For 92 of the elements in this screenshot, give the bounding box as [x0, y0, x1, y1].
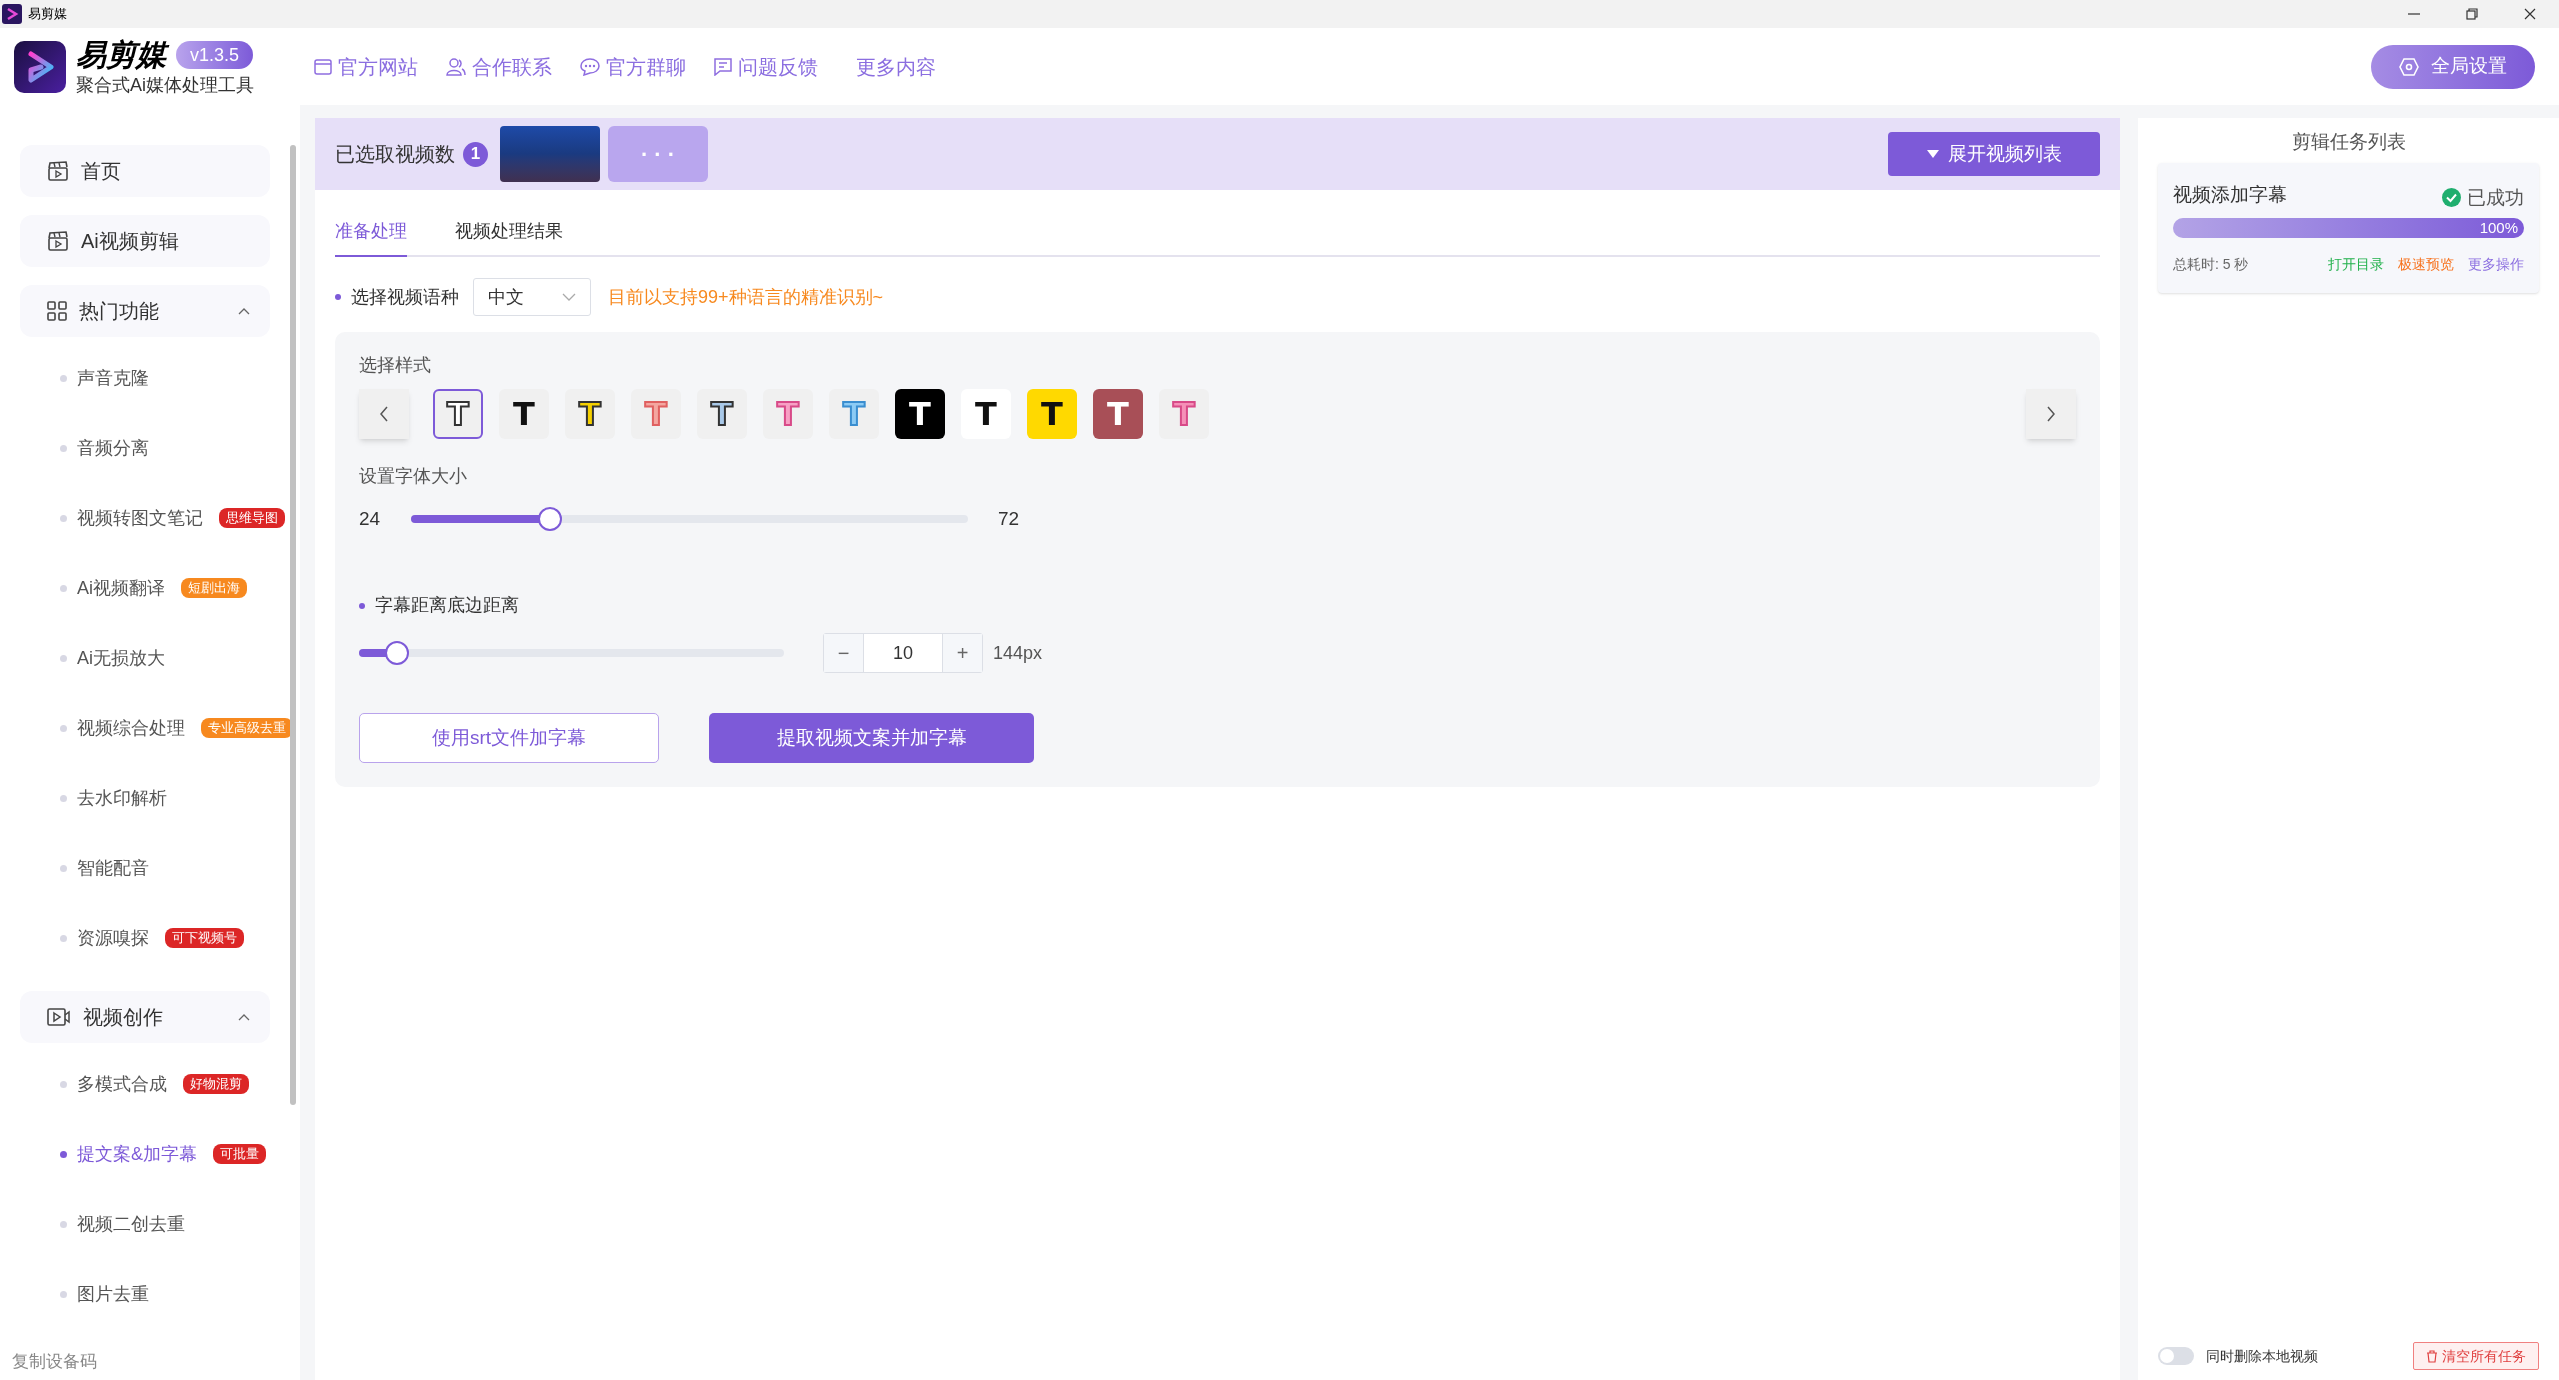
progress-percent: 100% — [2479, 217, 2518, 238]
clapper-icon — [47, 230, 69, 252]
text-style-option[interactable]: T — [1093, 389, 1143, 439]
app-logo — [14, 40, 66, 93]
toggle-switch[interactable] — [2158, 1347, 2194, 1365]
nav-link[interactable]: 官方网站 — [314, 51, 418, 82]
style-label: 选择样式 — [359, 354, 432, 377]
menu-group[interactable]: 热门功能 — [20, 285, 270, 337]
clear-all-tasks-button[interactable]: 清空所有任务 — [2413, 1342, 2539, 1370]
check-circle-icon — [2442, 188, 2461, 208]
max-value: 72 — [998, 506, 1020, 531]
people-icon — [446, 57, 466, 76]
clapper-icon — [47, 160, 69, 182]
nav-link[interactable]: 问题反馈 — [714, 51, 818, 82]
tag-badge: 可批量 — [213, 1144, 266, 1164]
submenu-item[interactable]: 去水印解析 — [60, 784, 167, 812]
pixel-value: 144px — [993, 641, 1043, 665]
elapsed-time: 总耗时: 5 秒 — [2173, 255, 2249, 274]
language-label: 选择视频语种 — [335, 283, 459, 311]
submenu-item[interactable]: 资源嗅探 — [60, 924, 149, 952]
tag-badge: 可下视频号 — [165, 928, 244, 948]
task-action-link[interactable]: 更多操作 — [2468, 254, 2524, 275]
text-style-option[interactable]: T — [1027, 389, 1077, 439]
increment-button[interactable]: + — [942, 634, 982, 672]
text-style-option[interactable]: T — [895, 389, 945, 439]
text-style-option[interactable]: T — [961, 389, 1011, 439]
device-code-link[interactable]: 复制设备码 — [0, 1348, 300, 1380]
text-style-option[interactable]: T — [433, 389, 483, 439]
trash-icon — [2426, 1349, 2438, 1363]
scrollbar[interactable] — [290, 145, 296, 1105]
submenu-item[interactable]: Ai无损放大 — [60, 644, 165, 672]
tag-badge: 思维导图 — [219, 508, 285, 528]
tag-badge: 短剧出海 — [181, 578, 247, 598]
slider-thumb[interactable] — [538, 507, 563, 531]
video-camera-icon — [47, 1007, 71, 1027]
chat-bubble-icon — [580, 57, 600, 76]
app-icon — [2, 4, 22, 24]
font-size-label: 设置字体大小 — [359, 465, 468, 488]
toggle-label: 同时删除本地视频 — [2206, 1346, 2318, 1366]
submenu-item[interactable]: 视频转图文笔记 — [60, 504, 203, 532]
count-badge: 1 — [463, 141, 488, 167]
task-action-link[interactable]: 打开目录 — [2328, 254, 2384, 275]
close-icon[interactable] — [2524, 8, 2536, 20]
language-hint: 目前以支持99+种语言的精准识别~ — [608, 285, 884, 309]
nav-link[interactable]: 官方群聊 — [580, 51, 686, 82]
grid-icon — [47, 301, 67, 321]
submenu-item[interactable]: 图片去重 — [60, 1280, 149, 1308]
app-subtitle: 聚合式Ai媒体处理工具 — [76, 73, 254, 97]
video-thumbnail[interactable] — [500, 126, 600, 182]
submenu-item[interactable]: 视频二创去重 — [60, 1210, 185, 1238]
window-title: 易剪媒 — [28, 5, 67, 24]
submenu-item[interactable]: 提文案&加字幕 — [60, 1140, 197, 1168]
decrement-button[interactable]: − — [824, 634, 864, 672]
nav-link[interactable]: 更多内容 — [856, 51, 936, 82]
settings-icon — [2399, 56, 2419, 77]
version-badge: v1.3.5 — [176, 40, 254, 69]
task-status: 已成功 — [2442, 183, 2524, 212]
chevron-down-icon — [562, 293, 576, 301]
expand-video-list-button[interactable]: 展开视频列表 — [1888, 132, 2100, 176]
selected-count-label: 已选取视频数 — [335, 142, 455, 167]
menu-item[interactable]: 首页 — [20, 145, 270, 197]
number-field[interactable]: − 10 + — [823, 633, 983, 673]
slider-thumb[interactable] — [385, 641, 410, 665]
menu-item[interactable]: Ai视频剪辑 — [20, 215, 270, 267]
tab[interactable]: 准备处理 — [335, 212, 407, 257]
extract-subtitles-button[interactable]: 提取视频文案并加字幕 — [709, 713, 1034, 763]
tag-badge: 专业高级去重 — [201, 718, 293, 738]
tag-badge: 好物混剪 — [183, 1074, 249, 1094]
tab[interactable]: 视频处理结果 — [455, 212, 563, 257]
submenu-item[interactable]: Ai视频翻译 — [60, 574, 165, 602]
srt-subtitles-button[interactable]: 使用srt文件加字幕 — [359, 713, 659, 763]
restore-icon[interactable] — [2466, 8, 2478, 20]
submenu-item[interactable]: 智能配音 — [60, 854, 149, 882]
language-dropdown[interactable]: 中文 — [473, 278, 591, 316]
submenu-item[interactable]: 声音克隆 — [60, 364, 149, 392]
caret-icon — [1926, 149, 1940, 159]
chevron-right-icon — [2046, 406, 2056, 422]
bottom-margin-label: 字幕距离底边距离 — [359, 592, 2076, 619]
chevron-left-icon — [379, 406, 389, 422]
min-value: 24 — [359, 506, 382, 531]
global-settings-button[interactable]: 全局设置 — [2371, 44, 2535, 89]
nav-link[interactable]: 合作联系 — [446, 51, 552, 82]
browser-window-icon — [314, 58, 332, 75]
menu-group[interactable]: 视频创作 — [20, 991, 270, 1043]
submenu-item[interactable]: 音频分离 — [60, 434, 149, 462]
text-style-option[interactable]: T — [499, 389, 549, 439]
message-icon — [714, 57, 732, 76]
submenu-item[interactable]: 多模式合成 — [60, 1070, 167, 1098]
task-action-link[interactable]: 极速预览 — [2398, 254, 2454, 275]
task-list-title: 剪辑任务列表 — [2290, 130, 2407, 154]
submenu-item[interactable]: 视频综合处理 — [60, 714, 185, 742]
task-name: 视频添加字幕 — [2173, 182, 2287, 207]
